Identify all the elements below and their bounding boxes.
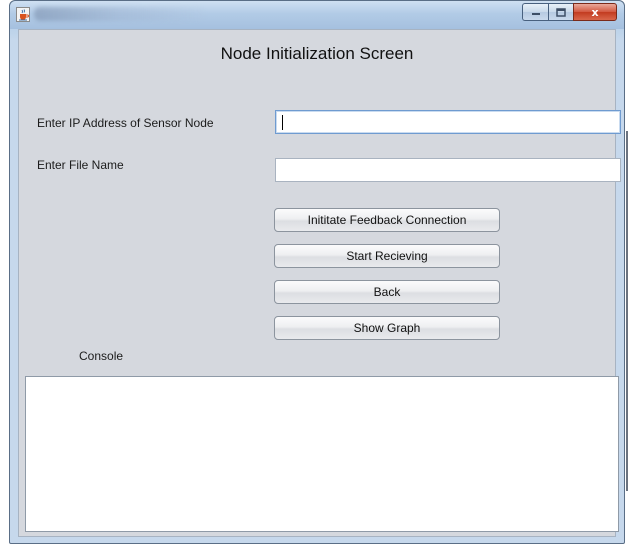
- file-name-input[interactable]: [275, 158, 621, 182]
- maximize-icon[interactable]: [548, 3, 573, 21]
- initiate-feedback-button[interactable]: Inititate Feedback Connection: [274, 208, 500, 232]
- minimize-icon[interactable]: [522, 3, 548, 21]
- console-textarea[interactable]: [25, 376, 619, 532]
- show-graph-button[interactable]: Show Graph: [274, 316, 500, 340]
- close-icon[interactable]: x: [573, 3, 617, 21]
- console-label: Console: [79, 349, 124, 363]
- java-cup-icon[interactable]: [16, 7, 30, 22]
- blurred-title-text: [34, 7, 204, 21]
- page-title: Node Initialization Screen: [220, 44, 414, 63]
- file-name-label: Enter File Name: [37, 158, 124, 172]
- content-panel: Node Initialization Screen Enter IP Addr…: [18, 29, 621, 537]
- text-caret: [282, 115, 283, 130]
- title-bar[interactable]: x: [10, 1, 624, 29]
- ip-address-input[interactable]: [275, 110, 621, 134]
- window-controls: x: [522, 3, 617, 21]
- start-receiving-button[interactable]: Start Recieving: [274, 244, 500, 268]
- app-window: x Node Initialization Screen Enter IP Ad…: [9, 0, 628, 544]
- back-button[interactable]: Back: [274, 280, 500, 304]
- ip-address-label: Enter IP Address of Sensor Node: [37, 116, 214, 130]
